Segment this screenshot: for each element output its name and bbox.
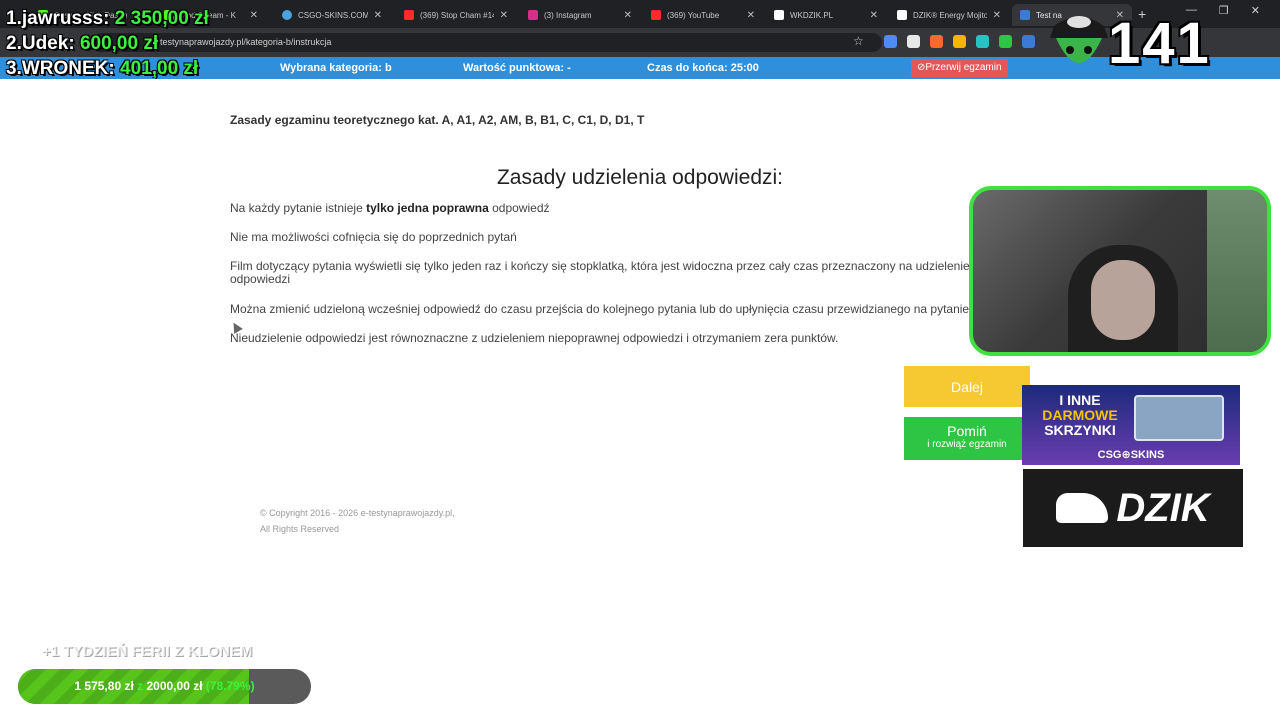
close-icon[interactable]: ✕ (747, 10, 755, 21)
tab-youtube-video[interactable]: (369) Stop Cham #14 ✕ (396, 4, 516, 26)
rule-item: Nieudzielenie odpowiedzi jest równoznacz… (230, 331, 839, 345)
background-shelf (1207, 190, 1267, 352)
copyright: © Copyright 2016 - 2026 e-testynaprawoja… (260, 505, 455, 537)
dzik-logo: DZIK (1116, 485, 1210, 530)
donation-amount: 2 350,00 zł (114, 8, 209, 29)
tab-csgo-skins[interactable]: CSGO-SKINS.COM - ✕ (274, 4, 390, 26)
boar-icon (1056, 493, 1109, 523)
goal-separator: z (137, 679, 144, 693)
selected-category: Wybrana kategoria: b (280, 62, 392, 74)
dzik-icon (774, 10, 784, 20)
next-button[interactable]: Dalej (904, 366, 1030, 407)
youtube-icon (404, 10, 414, 20)
rule-emphasis: tylko jedna poprawna (366, 201, 489, 215)
close-icon[interactable]: ✕ (870, 10, 878, 21)
chest-icon (1134, 395, 1224, 441)
streamer-face (1091, 260, 1155, 340)
ad-headline: I INNE DARMOWE SKRZYNKI (1032, 393, 1128, 438)
stop-exam-label: Przerwij egzamin (925, 62, 1002, 73)
close-icon[interactable]: ✕ (500, 10, 508, 21)
ad-brand: CSG⊕SKINS (1097, 449, 1165, 461)
rule-text: odpowiedź (488, 201, 550, 215)
csgo-skins-ad: I INNE DARMOWE SKRZYNKI CSG⊕SKINS (1022, 385, 1240, 465)
goal-target: 2000,00 zł (146, 679, 203, 693)
instagram-icon (528, 10, 538, 20)
extensions-row (884, 35, 1035, 48)
address-bar[interactable]: e-testynaprawojazdy.pl/kategoria-b/instr… (92, 33, 882, 52)
ad-line: DARMOWE (1042, 407, 1118, 423)
skip-sublabel: i rozwiąż egzamin (927, 439, 1007, 450)
extension-icon[interactable] (999, 35, 1012, 48)
maximize-button[interactable]: ❐ (1219, 4, 1229, 24)
skip-label: Pomiń (947, 423, 987, 439)
goal-text: 1 575,80 zł z 2000,00 zł (78.79%) (18, 679, 311, 693)
rule-item: Można zmienić udzieloną wcześniej odpowi… (230, 303, 970, 316)
leaderboard-entry: 2.Udek: 600,00 zł (6, 33, 158, 55)
extension-icon[interactable] (930, 35, 943, 48)
extension-icon[interactable] (884, 35, 897, 48)
dzik-icon (897, 10, 907, 20)
tab-instagram[interactable]: (3) Instagram ✕ (520, 4, 640, 26)
time-remaining: Czas do końca: 25:00 (647, 62, 759, 74)
skip-and-start-exam-button[interactable]: Pomiń i rozwiąż egzamin (904, 417, 1030, 460)
tab-youtube[interactable]: (369) YouTube ✕ (643, 4, 763, 26)
donation-amount: 401,00 zł (120, 58, 199, 79)
rule-text: Na każdy pytanie istnieje (230, 201, 367, 215)
youtube-icon (651, 10, 661, 20)
stop-exam-button[interactable]: ⊘Przerwij egzamin (911, 59, 1008, 77)
close-window-button[interactable]: ✕ (1251, 4, 1260, 24)
close-icon[interactable]: ✕ (374, 10, 382, 21)
close-icon[interactable]: ✕ (250, 10, 258, 21)
page-heading: Zasady udzielenia odpowiedzi: (496, 166, 783, 189)
dzik-ad: DZIK (1023, 469, 1243, 547)
ad-line: SKRZYNKI (1044, 422, 1116, 438)
tab-label: DZIK® Energy Mojito (913, 10, 987, 20)
site-icon (1020, 10, 1030, 20)
ad-line: I INNE (1059, 392, 1101, 408)
donor-name: Udek: (21, 33, 75, 54)
rank: 3. (6, 58, 22, 79)
donor-name: WRONEK: (21, 58, 115, 79)
tab-label: (369) Stop Cham #14 (420, 10, 494, 20)
rule-item: Film dotyczący pytania wyświetli się tyl… (230, 259, 970, 286)
goal-caption: +1 TYDZIEŃ FERII Z KLONEM (42, 643, 253, 660)
bookmark-star-icon[interactable]: ☆ (853, 34, 864, 48)
donation-amount: 600,00 zł (79, 33, 159, 54)
tab-label: (3) Instagram (544, 10, 592, 20)
goal-percent: (78.79%) (205, 679, 255, 693)
tab-label: (369) YouTube (667, 10, 720, 20)
rank: 2. (6, 33, 22, 54)
rule-item: Na każdy pytanie istnieje tylko jedna po… (230, 202, 990, 215)
copyright-text: © Copyright 2016 - 2026 e-testynaprawoja… (260, 508, 455, 518)
leaderboard-entry: 3.WRONEK: 401,00 zł (6, 58, 198, 80)
goal-current: 1 575,80 zł (74, 679, 134, 693)
close-icon[interactable]: ✕ (993, 10, 1001, 21)
extension-icon[interactable] (953, 35, 966, 48)
viewer-counter: 141 (1108, 11, 1211, 76)
leaderboard-entry: 1.jawrusss: 2 350,00 zł (6, 8, 209, 30)
tab-wkdzik[interactable]: WKDZIK.PL ✕ (766, 4, 886, 26)
screen: Stream - Kick Dashb Mod Stream - K ✕ CSGO… (0, 0, 1280, 720)
tab-label: CSGO-SKINS.COM - (298, 10, 368, 20)
donation-goal-bar: 1 575,80 zł z 2000,00 zł (78.79%) (18, 669, 311, 704)
extension-icon[interactable] (976, 35, 989, 48)
exam-rules-title: Zasady egzaminu teoretycznego kat. A, A1… (230, 113, 645, 127)
point-value: Wartość punktowa: - (463, 62, 571, 74)
csgo-skins-icon (282, 10, 292, 20)
rights-text: All Rights Reserved (260, 524, 340, 534)
mascot-icon (1050, 16, 1108, 63)
extension-icon[interactable] (907, 35, 920, 48)
tab-label: WKDZIK.PL (790, 10, 834, 20)
close-icon[interactable]: ✕ (624, 10, 632, 21)
tab-dzik-energy[interactable]: DZIK® Energy Mojito ✕ (889, 4, 1009, 26)
webcam-feed (969, 186, 1271, 356)
donor-name: jawrusss: (21, 8, 110, 29)
extension-icon[interactable] (1022, 35, 1035, 48)
rank: 1. (6, 8, 22, 29)
rule-item: Nie ma możliwości cofnięcia się do poprz… (230, 230, 517, 244)
